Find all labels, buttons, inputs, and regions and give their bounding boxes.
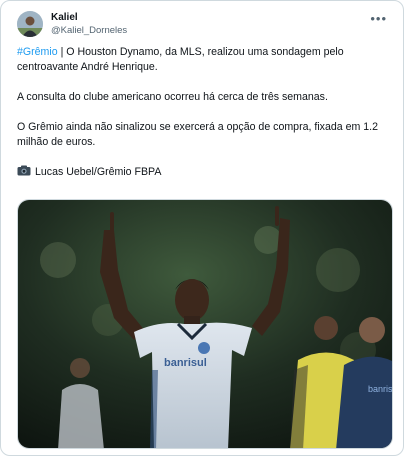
photo-credit: Lucas Uebel/Grêmio FBPA bbox=[17, 165, 393, 180]
author-block: Kaliel @Kaliel_Dorneles bbox=[51, 11, 127, 37]
tweet-photo[interactable]: banrisul banrisul bbox=[17, 199, 393, 449]
tweet-header: Kaliel @Kaliel_Dorneles ••• bbox=[17, 9, 393, 43]
tweet-paragraph-1: #Grêmio | O Houston Dynamo, da MLS, real… bbox=[17, 45, 393, 75]
hashtag-link[interactable]: #Grêmio bbox=[17, 46, 58, 58]
camera-icon bbox=[17, 165, 31, 176]
photo-credit-text: Lucas Uebel/Grêmio FBPA bbox=[35, 166, 162, 178]
tweet-paragraph-1-text: | O Houston Dynamo, da MLS, realizou uma… bbox=[17, 46, 344, 73]
opponent-sponsor-text: banrisul bbox=[368, 384, 393, 394]
more-horizontal-icon[interactable]: ••• bbox=[370, 11, 387, 26]
tweet-card[interactable]: Kaliel @Kaliel_Dorneles ••• #Grêmio | O … bbox=[0, 0, 404, 456]
tweet-text: #Grêmio | O Houston Dynamo, da MLS, real… bbox=[17, 45, 393, 195]
avatar[interactable] bbox=[17, 11, 43, 37]
display-name[interactable]: Kaliel bbox=[51, 11, 127, 24]
tweet-paragraph-3: O Grêmio ainda não sinalizou se exercerá… bbox=[17, 121, 378, 148]
shirt-sponsor-text: banrisul bbox=[164, 357, 207, 369]
user-handle[interactable]: @Kaliel_Dorneles bbox=[51, 24, 127, 37]
tweet-paragraph-2: A consulta do clube americano ocorreu há… bbox=[17, 91, 328, 103]
